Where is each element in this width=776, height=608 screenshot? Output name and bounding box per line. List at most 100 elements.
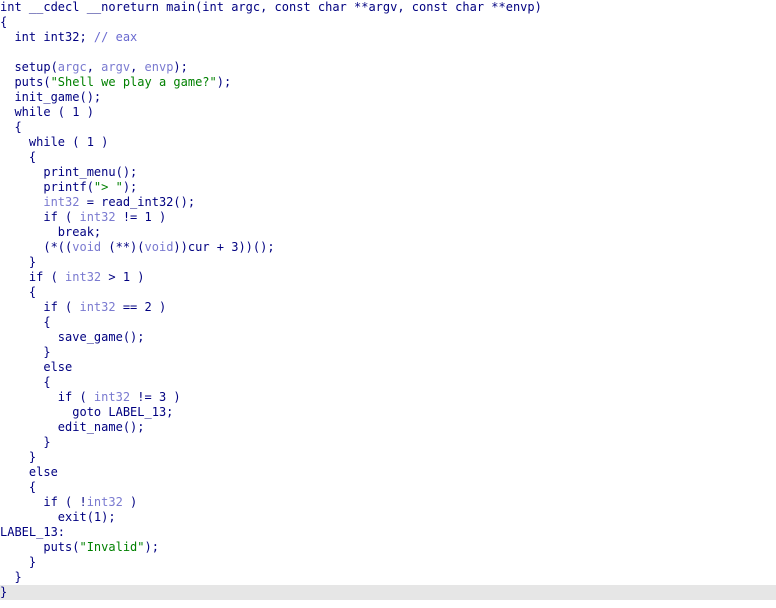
code-token-code: > 1 ) (101, 270, 145, 284)
code-token-code: { (0, 315, 51, 329)
code-token-code: } (0, 255, 37, 269)
code-line[interactable]: goto LABEL_13; (0, 405, 776, 420)
code-token-code: edit_name(); (0, 420, 145, 434)
code-line[interactable]: } (0, 345, 776, 360)
code-line[interactable]: else (0, 360, 776, 375)
code-token-code: ); (216, 75, 232, 89)
code-line[interactable]: { (0, 150, 776, 165)
code-token-code: printf( (0, 180, 94, 194)
code-line[interactable]: edit_name(); (0, 420, 776, 435)
code-token-code: while ( 1 ) (0, 135, 109, 149)
code-token-code: , (130, 60, 145, 74)
code-line[interactable]: (*((void (**)(void))cur + 3))(); (0, 240, 776, 255)
code-token-var[interactable]: void (145, 240, 174, 254)
code-token-code: } (0, 570, 22, 584)
code-token-code: setup( (0, 60, 58, 74)
code-line[interactable]: } (0, 450, 776, 465)
code-token-var[interactable]: void (72, 240, 101, 254)
code-token-var[interactable]: int32 (87, 495, 123, 509)
code-line[interactable]: if ( int32 != 3 ) (0, 390, 776, 405)
code-token-code: ); (173, 60, 188, 74)
code-token-code: if ( (0, 270, 66, 284)
code-line[interactable]: int __cdecl __noreturn main(int argc, co… (0, 0, 776, 15)
code-token-code: puts( (0, 75, 51, 89)
code-line[interactable]: puts("Invalid"); (0, 540, 776, 555)
code-token-code: != 1 ) (115, 210, 167, 224)
code-token-code: { (0, 15, 8, 29)
code-line[interactable]: if ( int32 > 1 ) (0, 270, 776, 285)
code-line[interactable]: { (0, 120, 776, 135)
code-token-code: else (0, 360, 73, 374)
code-token-string: "Shell we play a game?" (50, 75, 217, 89)
code-token-var[interactable]: envp (145, 60, 174, 74)
code-token-string: "> " (93, 180, 123, 194)
code-line[interactable]: exit(1); (0, 510, 776, 525)
code-line[interactable]: { (0, 285, 776, 300)
code-line[interactable]: { (0, 15, 776, 30)
code-token-code: } (0, 435, 51, 449)
code-token-code: ); (144, 540, 159, 554)
code-line[interactable]: int32 = read_int32(); (0, 195, 776, 210)
code-token-code: init_game(); (0, 90, 102, 104)
code-line[interactable]: init_game(); (0, 90, 776, 105)
code-token-var[interactable]: argc (58, 60, 87, 74)
code-line[interactable]: printf("> "); (0, 180, 776, 195)
code-token-code: } (0, 345, 51, 359)
code-token-code: } (0, 585, 8, 599)
code-line[interactable]: } (0, 255, 776, 270)
code-token-var[interactable]: argv (101, 60, 130, 74)
code-token-code: int __cdecl __noreturn main(int argc, co… (0, 0, 542, 14)
code-line[interactable]: break; (0, 225, 776, 240)
code-token-code: if ( (0, 390, 94, 404)
code-token-code: save_game(); (0, 330, 145, 344)
code-line[interactable]: } (0, 570, 776, 585)
code-token-var[interactable]: int32 (79, 300, 115, 314)
code-token-code: print_menu(); (0, 165, 138, 179)
code-line[interactable]: while ( 1 ) (0, 135, 776, 150)
code-line[interactable]: if ( int32 != 1 ) (0, 210, 776, 225)
code-token-code: = read_int32(); (79, 195, 196, 209)
pseudocode-view[interactable]: int __cdecl __noreturn main(int argc, co… (0, 0, 776, 600)
code-line[interactable]: save_game(); (0, 330, 776, 345)
code-line[interactable]: puts("Shell we play a game?"); (0, 75, 776, 90)
code-token-comment: // eax (93, 30, 138, 44)
code-token-var[interactable]: int32 (65, 270, 101, 284)
code-token-code: int int32; (0, 30, 94, 44)
code-line[interactable]: { (0, 480, 776, 495)
code-token-code (0, 195, 43, 209)
code-token-code: , (86, 60, 102, 74)
code-token-code: { (0, 150, 37, 164)
code-line[interactable]: while ( 1 ) (0, 105, 776, 120)
code-line[interactable]: LABEL_13: (0, 525, 776, 540)
code-token-code: while ( 1 ) (0, 105, 94, 119)
code-line[interactable]: int int32; // eax (0, 30, 776, 45)
code-token-code: == 2 ) (115, 300, 167, 314)
code-line[interactable]: if ( !int32 ) (0, 495, 776, 510)
code-token-label[interactable]: LABEL_13: (0, 525, 65, 539)
code-token-code: if ( ! (0, 495, 87, 509)
code-token-code: exit(1); (0, 510, 116, 524)
code-token-var[interactable]: int32 (94, 390, 130, 404)
code-token-code: goto LABEL_13; (0, 405, 174, 419)
code-line[interactable]: setup(argc, argv, envp); (0, 60, 776, 75)
code-line[interactable]: { (0, 315, 776, 330)
code-line[interactable]: } (0, 555, 776, 570)
code-token-code: if ( (0, 210, 80, 224)
code-token-var[interactable]: int32 (79, 210, 115, 224)
code-line[interactable]: print_menu(); (0, 165, 776, 180)
code-token-code: { (0, 120, 22, 134)
code-token-code: ))cur + 3))(); (173, 240, 275, 254)
code-line[interactable]: else (0, 465, 776, 480)
code-token-code: ) (122, 495, 138, 509)
code-line[interactable]: { (0, 375, 776, 390)
code-line-current[interactable]: } (0, 585, 776, 600)
code-token-code: ); (122, 180, 138, 194)
code-line[interactable] (0, 45, 776, 60)
code-token-var[interactable]: int32 (43, 195, 79, 209)
code-token-code: break; (0, 225, 102, 239)
code-token-code: { (0, 480, 37, 494)
code-token-code: { (0, 375, 51, 389)
code-line[interactable]: if ( int32 == 2 ) (0, 300, 776, 315)
code-line[interactable]: } (0, 435, 776, 450)
code-token-code: if ( (0, 300, 80, 314)
